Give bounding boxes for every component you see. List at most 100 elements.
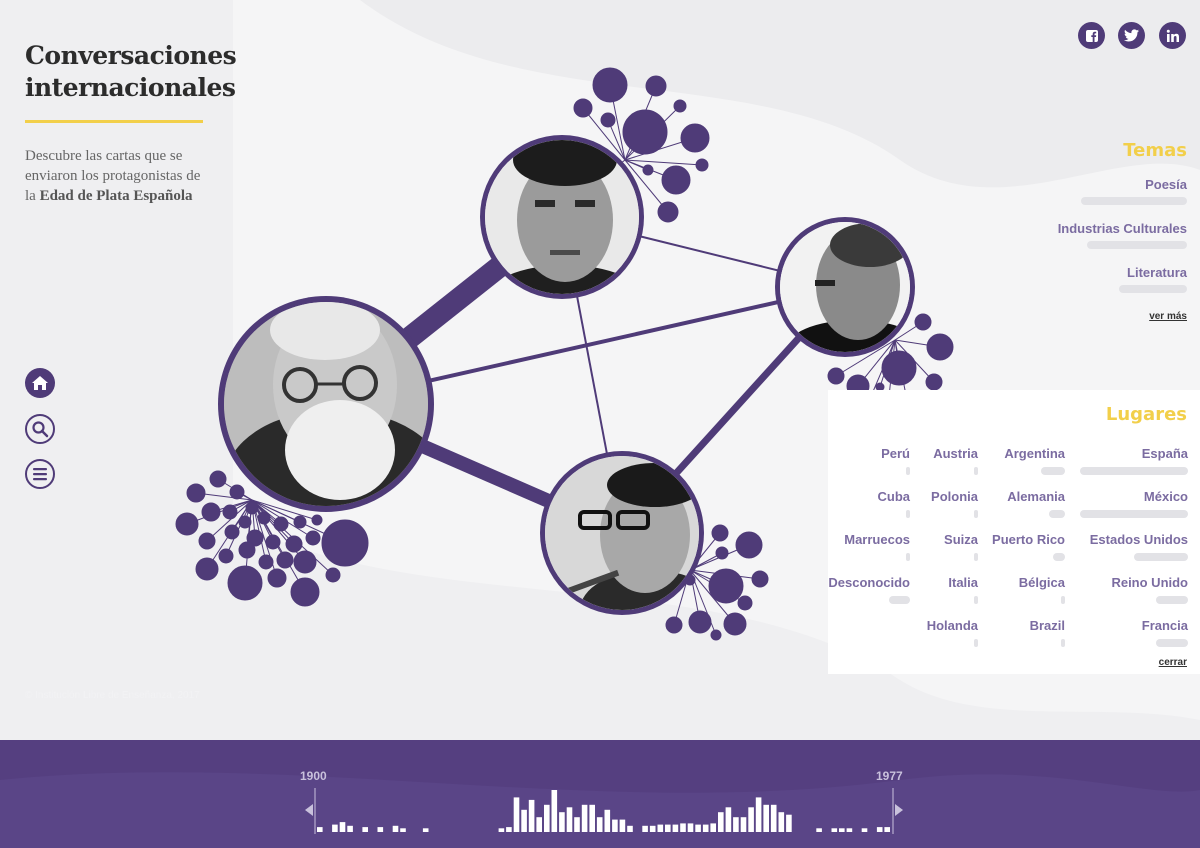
timeline-bar[interactable]	[816, 828, 822, 832]
place-label[interactable]: Cuba	[878, 489, 911, 504]
timeline-bar[interactable]	[596, 817, 603, 832]
timeline-bar[interactable]	[551, 790, 558, 832]
timeline-bar[interactable]	[649, 825, 656, 832]
place-item[interactable]: Francia	[1142, 618, 1188, 647]
timeline-bar[interactable]	[831, 828, 838, 832]
place-item[interactable]: Bélgica	[1019, 575, 1065, 604]
timeline-bar[interactable]	[748, 807, 754, 832]
place-label[interactable]: Perú	[881, 446, 910, 461]
tema-label[interactable]: Literatura	[987, 265, 1187, 280]
timeline-bar[interactable]	[581, 804, 588, 832]
timeline-bar[interactable]	[665, 824, 671, 832]
place-item[interactable]: Puerto Rico	[992, 532, 1065, 561]
timeline-bar[interactable]	[710, 823, 716, 832]
timeline-bar[interactable]	[317, 827, 323, 832]
place-item[interactable]: Holanda	[927, 618, 978, 647]
timeline-bar[interactable]	[839, 828, 845, 832]
timeline-bar[interactable]	[755, 797, 762, 832]
place-item[interactable]: Argentina	[1004, 446, 1065, 475]
timeline-bar[interactable]	[347, 825, 353, 832]
place-label[interactable]: Bélgica	[1019, 575, 1065, 590]
place-label[interactable]: Reino Unido	[1111, 575, 1188, 590]
timeline-bar[interactable]	[400, 828, 406, 832]
place-item[interactable]: Cuba	[878, 489, 911, 518]
tema-item[interactable]: Poesía	[987, 177, 1187, 205]
facebook-button[interactable]	[1078, 22, 1105, 49]
person-node-2[interactable]	[480, 134, 645, 335]
place-item[interactable]: Italia	[948, 575, 978, 604]
timeline-bar[interactable]	[498, 828, 505, 832]
timeline-bar[interactable]	[702, 824, 709, 832]
place-item[interactable]: Perú	[881, 446, 910, 475]
place-item[interactable]: Austria	[933, 446, 978, 475]
timeline-bar[interactable]	[604, 809, 611, 832]
tema-item[interactable]: Industrias Culturales	[987, 221, 1187, 249]
timeline-bar[interactable]	[392, 825, 399, 832]
place-label[interactable]: España	[1080, 446, 1188, 461]
timeline-bar[interactable]	[627, 825, 633, 832]
place-label[interactable]: Holanda	[927, 618, 978, 633]
timeline-bar[interactable]	[672, 824, 679, 832]
place-item[interactable]: Marruecos	[844, 532, 910, 561]
ver-mas-link[interactable]: ver más	[1149, 311, 1187, 322]
place-label[interactable]: Alemania	[1007, 489, 1065, 504]
tema-item[interactable]: Literatura	[987, 265, 1187, 293]
place-label[interactable]: Brazil	[1030, 618, 1065, 633]
place-label[interactable]: Polonia	[931, 489, 978, 504]
place-label[interactable]: Austria	[933, 446, 978, 461]
place-item[interactable]: Suiza	[944, 532, 978, 561]
timeline-bar[interactable]	[362, 827, 368, 832]
place-item[interactable]: Estados Unidos	[1090, 532, 1188, 561]
timeline-bar[interactable]	[528, 799, 535, 832]
timeline-bar[interactable]	[506, 827, 512, 832]
twitter-button[interactable]	[1118, 22, 1145, 49]
timeline-bar[interactable]	[377, 827, 384, 832]
timeline-bar[interactable]	[612, 819, 618, 832]
timeline-bar[interactable]	[876, 827, 883, 832]
place-item[interactable]: Brazil	[1030, 618, 1065, 647]
place-label[interactable]: Puerto Rico	[992, 532, 1065, 547]
timeline-bar[interactable]	[695, 824, 701, 832]
timeline-bar[interactable]	[740, 817, 747, 832]
timeline-bar[interactable]	[536, 817, 542, 832]
timeline-bar[interactable]	[574, 817, 580, 832]
place-label[interactable]: México	[1080, 489, 1188, 504]
linkedin-button[interactable]	[1159, 22, 1186, 49]
timeline-bar[interactable]	[718, 812, 724, 832]
timeline-bar[interactable]	[521, 809, 527, 832]
timeline-bar[interactable]	[733, 817, 739, 832]
place-item[interactable]: Polonia	[931, 489, 978, 518]
timeline-bar[interactable]	[559, 812, 565, 832]
timeline-bar[interactable]	[332, 824, 338, 832]
timeline-bar[interactable]	[725, 807, 732, 832]
place-label[interactable]: Desconocido	[828, 575, 910, 590]
timeline-bar[interactable]	[619, 819, 626, 832]
cerrar-link[interactable]: cerrar	[1159, 657, 1187, 668]
timeline-bar[interactable]	[422, 828, 429, 832]
timeline-bar[interactable]	[513, 797, 520, 832]
place-label[interactable]: Argentina	[1004, 446, 1065, 461]
timeline-bar[interactable]	[642, 825, 648, 832]
timeline-bar[interactable]	[544, 804, 550, 832]
place-item[interactable]: España	[1080, 446, 1188, 475]
place-label[interactable]: Suiza	[944, 532, 978, 547]
timeline-bar[interactable]	[770, 804, 777, 832]
timeline-bar[interactable]	[680, 823, 686, 832]
timeline-bar[interactable]	[861, 828, 868, 832]
tema-label[interactable]: Poesía	[987, 177, 1187, 192]
timeline-bar[interactable]	[846, 828, 853, 832]
place-label[interactable]: Francia	[1142, 618, 1188, 633]
timeline-bar[interactable]	[687, 823, 694, 832]
place-item[interactable]: México	[1080, 489, 1188, 518]
timeline[interactable]: 1900 1977	[0, 740, 1200, 848]
timeline-bar[interactable]	[786, 814, 792, 832]
place-item[interactable]: Reino Unido	[1111, 575, 1188, 604]
place-item[interactable]: Desconocido	[828, 575, 910, 604]
timeline-bar[interactable]	[589, 804, 595, 832]
timeline-bar[interactable]	[339, 822, 346, 832]
timeline-bar[interactable]	[778, 812, 785, 832]
place-label[interactable]: Marruecos	[844, 532, 910, 547]
place-item[interactable]: Alemania	[1007, 489, 1065, 518]
place-label[interactable]: Estados Unidos	[1090, 532, 1188, 547]
place-label[interactable]: Italia	[948, 575, 978, 590]
